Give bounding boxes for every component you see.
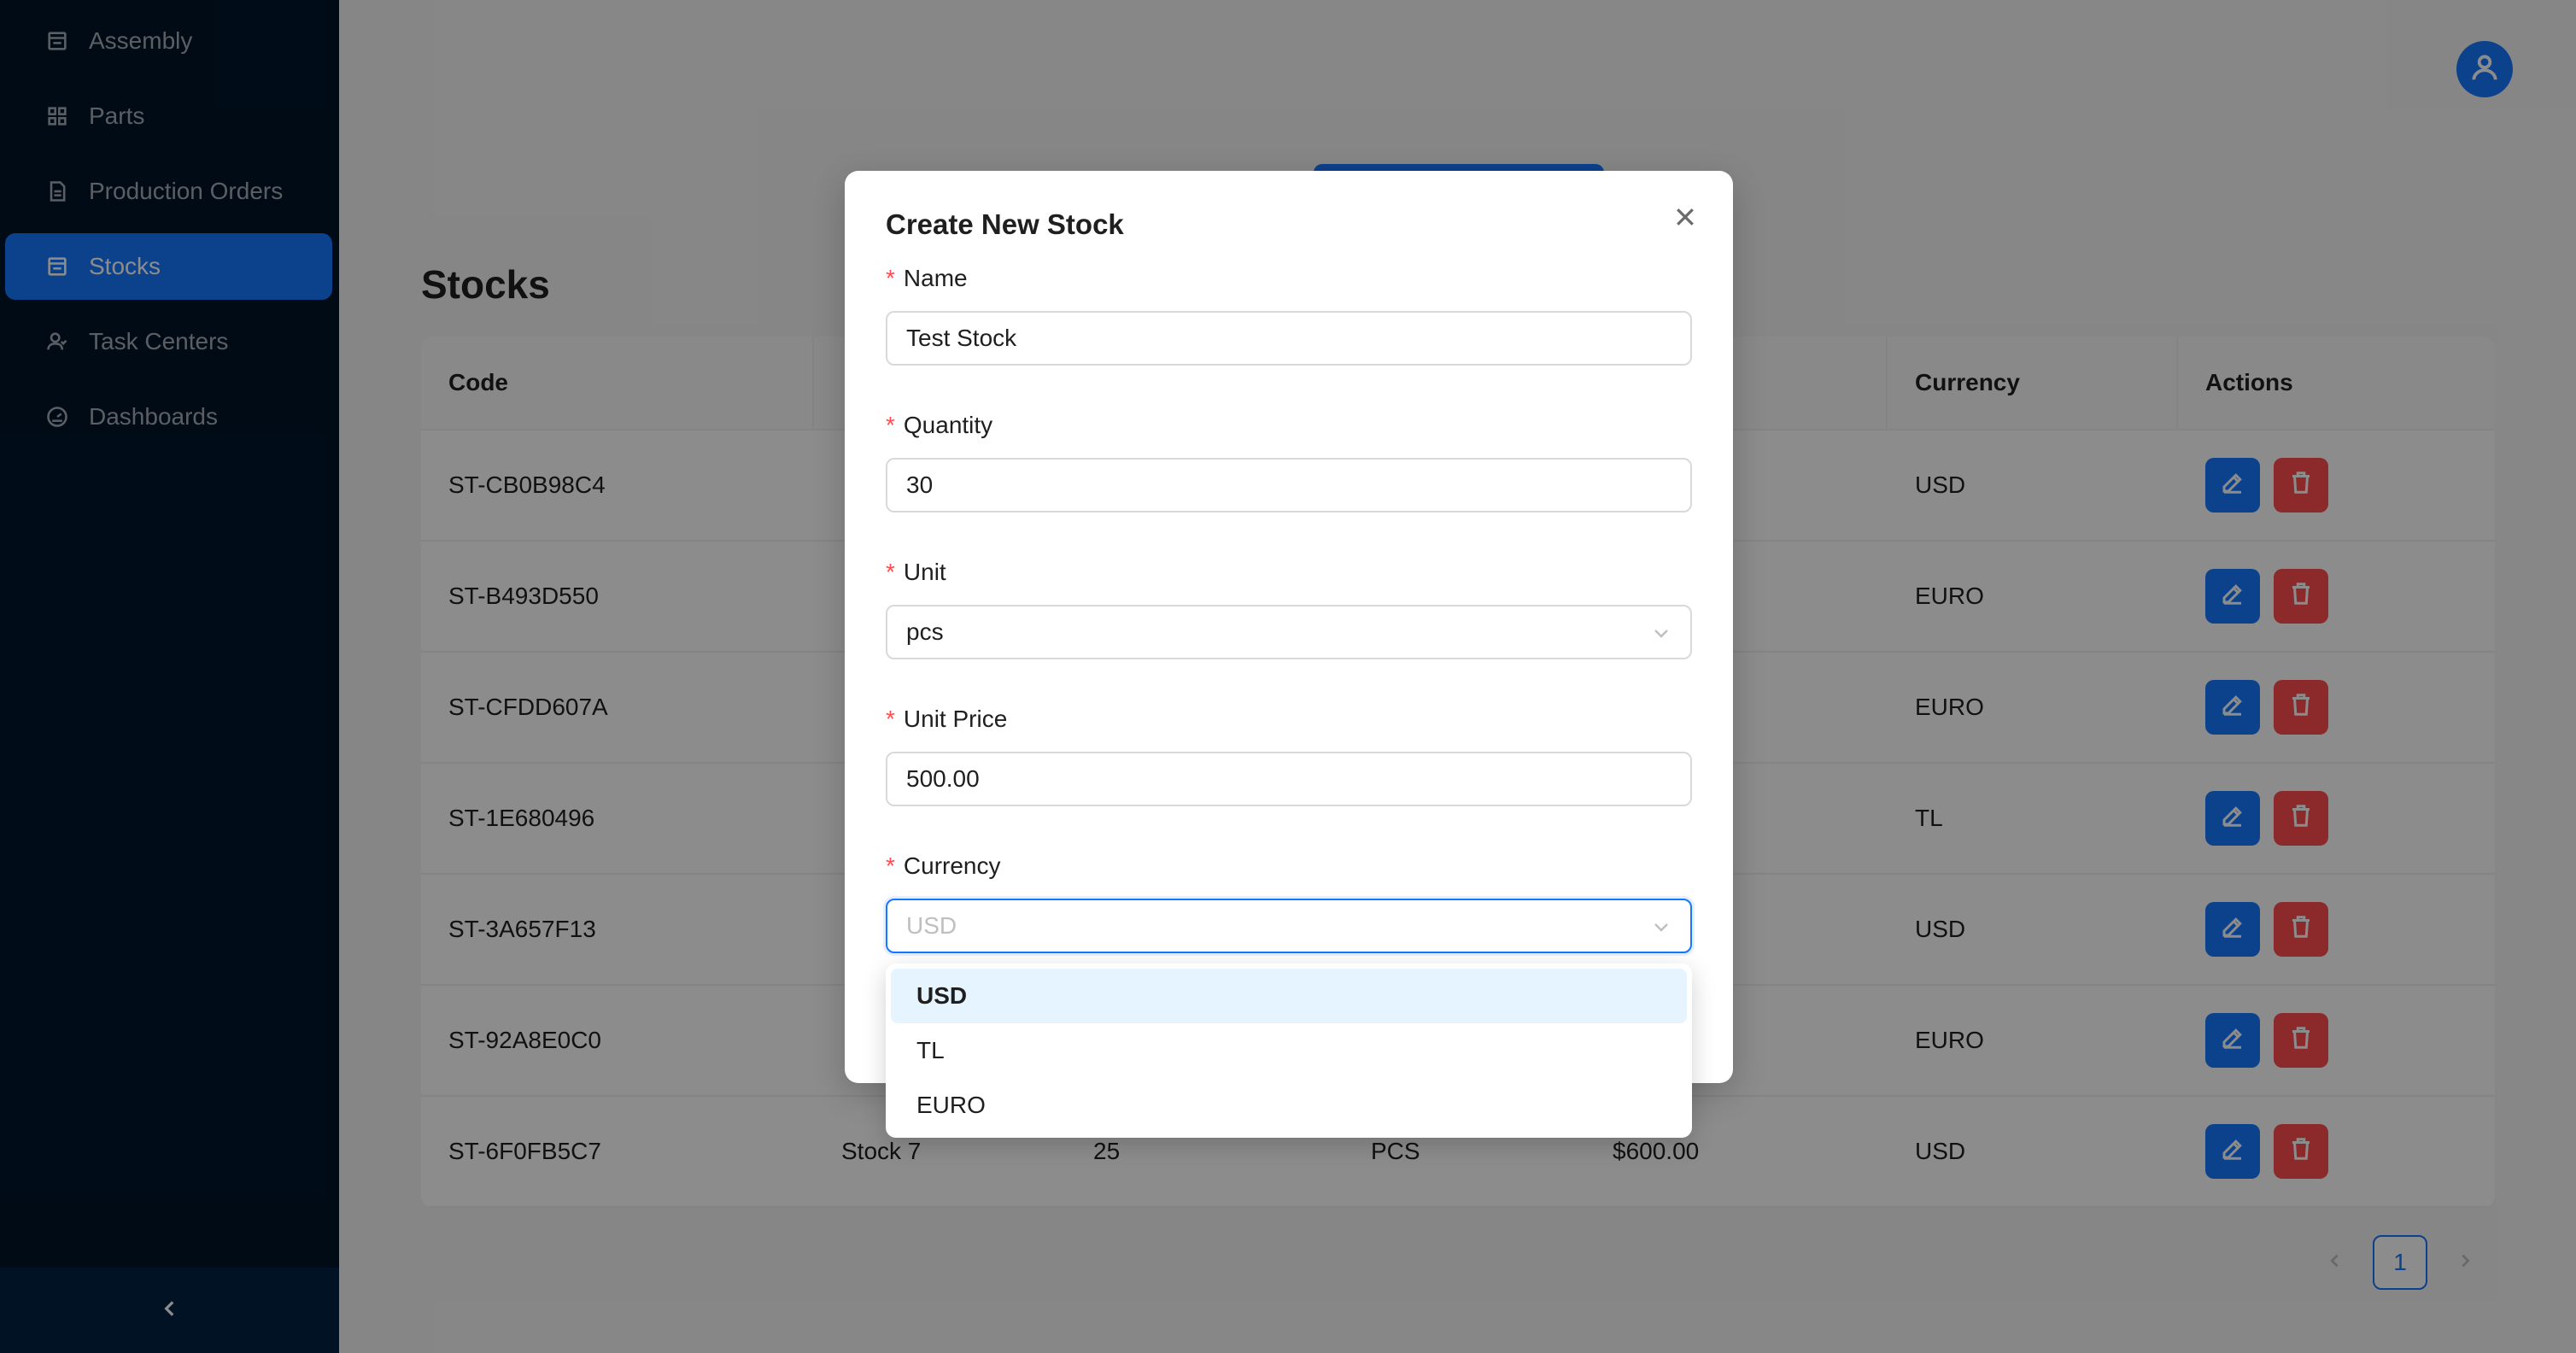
modal-title: Create New Stock xyxy=(886,208,1124,240)
required-marker: * xyxy=(886,559,895,585)
unit-price-label: * Unit Price xyxy=(886,706,1007,733)
currency-option-tl[interactable]: TL xyxy=(891,1023,1687,1078)
modal-close-button[interactable] xyxy=(1670,203,1701,234)
quantity-label: * Quantity xyxy=(886,412,992,439)
unit-label: * Unit xyxy=(886,559,946,586)
name-input[interactable]: Test Stock xyxy=(886,311,1692,366)
currency-select-placeholder: USD xyxy=(906,912,957,939)
required-marker: * xyxy=(886,706,895,732)
quantity-input[interactable]: 30 xyxy=(886,458,1692,512)
unit-price-input[interactable]: 500.00 xyxy=(886,752,1692,806)
currency-label: * Currency xyxy=(886,852,1001,880)
required-marker: * xyxy=(886,412,895,438)
currency-select[interactable]: USD xyxy=(886,899,1692,953)
create-stock-modal: Create New Stock * Name Test Stock * Quant… xyxy=(845,171,1733,1083)
currency-dropdown: USD TL EURO xyxy=(886,964,1692,1138)
unit-select-value: pcs xyxy=(906,618,944,645)
unit-select[interactable]: pcs xyxy=(886,605,1692,659)
required-marker: * xyxy=(886,265,895,291)
quantity-label-text: Quantity xyxy=(903,412,993,438)
required-marker: * xyxy=(886,852,895,879)
name-label-text: Name xyxy=(903,265,968,291)
name-label: * Name xyxy=(886,265,968,292)
chevron-down-icon xyxy=(1651,622,1671,642)
unit-price-label-text: Unit Price xyxy=(903,706,1008,732)
currency-option-euro[interactable]: EURO xyxy=(891,1078,1687,1133)
currency-option-usd[interactable]: USD xyxy=(891,969,1687,1023)
chevron-down-icon xyxy=(1651,916,1671,936)
unit-label-text: Unit xyxy=(903,559,946,585)
close-icon xyxy=(1672,204,1698,234)
currency-label-text: Currency xyxy=(903,852,1001,879)
